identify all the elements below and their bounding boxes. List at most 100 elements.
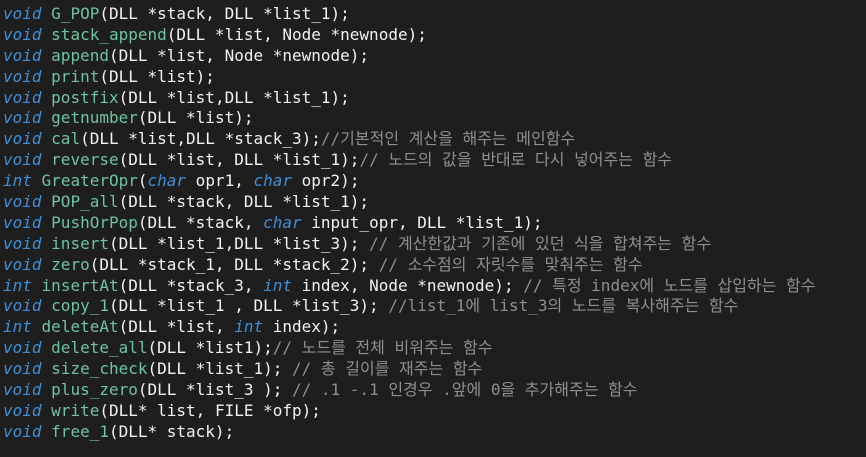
code-text-token: (DLL* list, FILE *ofp); [99,400,321,420]
function-name-token: zero [51,254,90,274]
code-text-token: index); [263,317,341,337]
code-line[interactable]: void write(DLL* list, FILE *ofp); [3,401,866,422]
code-line[interactable]: int insertAt(DLL *stack_3, int index, No… [3,276,866,297]
keyword-token: void [3,192,42,212]
code-text-token: (DLL *list_1,DLL *list_3); [108,233,370,253]
code-line[interactable]: void cal(DLL *list,DLL *stack_3);//기본적인 … [3,129,866,150]
code-text-token: (DLL *list_1 , DLL *list_3); [108,296,389,316]
function-name-token: insert [51,233,109,253]
comment-token: // 노드의 값을 반대로 다시 넣어주는 함수 [359,150,673,170]
comment-token: // 총 길이를 재주는 함수 [292,359,483,379]
function-name-token: postfix [51,87,119,107]
keyword-token: void [3,66,42,86]
code-line[interactable]: void size_check(DLL *list_1); // 총 길이를 재… [3,359,866,380]
code-line[interactable]: void reverse(DLL *list, DLL *list_1);// … [3,150,866,171]
keyword-token: void [3,380,42,400]
function-name-token: getnumber [51,108,138,128]
code-text-token: (DLL *stack_1, DLL *stack_2); [89,254,379,274]
code-line[interactable]: void delete_all(DLL *list1);// 노드를 전체 비워… [3,338,866,359]
code-line[interactable]: void print(DLL *list); [3,67,866,88]
code-text-token: (DLL *list); [137,108,254,128]
code-text-token: opr1, [186,171,254,191]
function-name-token: PushOrPop [51,212,138,232]
keyword-token: void [3,45,42,65]
function-name-token: append [51,45,109,65]
function-name-token: GreaterOpr [41,171,138,191]
code-text-token: (DLL *list,DLL *list_1); [118,87,350,107]
code-text-token: ( [137,171,148,191]
code-text-token: (DLL *list, [118,317,235,337]
function-name-token: write [51,400,100,420]
code-line[interactable]: void getnumber(DLL *list); [3,108,866,129]
code-text-token: (DLL *stack, [137,212,264,232]
keyword-token: int [234,317,264,337]
comment-token: // 계산한값과 기존에 있던 식을 합쳐주는 함수 [369,233,712,253]
comment-token: // 노드를 전체 비워주는 함수 [272,338,493,358]
code-text-token: (DLL *list1); [147,338,273,358]
code-text-token: (DLL *list_1); [147,359,292,379]
function-name-token: size_check [51,359,148,379]
code-line[interactable]: void POP_all(DLL *stack, DLL *list_1); [3,192,866,213]
keyword-token: int [263,275,293,295]
code-line[interactable]: void free_1(DLL* stack); [3,422,866,443]
code-text-token: (DLL *list, DLL *list_1); [118,150,360,170]
keyword-token: void [3,24,42,44]
code-line[interactable]: int GreaterOpr(char opr1, char opr2); [3,171,866,192]
code-line[interactable]: void postfix(DLL *list,DLL *list_1); [3,88,866,109]
code-text-token: (DLL *stack_3, [118,275,264,295]
code-text-token: opr2); [292,171,360,191]
function-name-token: POP_all [51,192,119,212]
function-name-token: deleteAt [41,317,119,337]
function-name-token: reverse [51,150,119,170]
code-text-token: (DLL *list,DLL *stack_3); [80,129,321,149]
keyword-token: void [3,150,42,170]
function-name-token: delete_all [51,338,148,358]
code-line[interactable]: void G_POP(DLL *stack, DLL *list_1); [3,4,866,25]
code-line[interactable]: int deleteAt(DLL *list, int index); [3,317,866,338]
code-line[interactable]: void copy_1(DLL *list_1 , DLL *list_3); … [3,296,866,317]
comment-token: // .1 -.1 인경우 .앞에 0을 추가해주는 함수 [292,380,638,400]
code-line[interactable]: void stack_append(DLL *list, Node *newno… [3,25,866,46]
code-line[interactable]: void append(DLL *list, Node *newnode); [3,46,866,67]
keyword-token: void [3,129,42,149]
code-line[interactable]: void insert(DLL *list_1,DLL *list_3); //… [3,234,866,255]
code-text-token: (DLL *list); [99,66,215,86]
code-line[interactable]: void plus_zero(DLL *list_3 ); // .1 -.1 … [3,380,866,401]
keyword-token: int [3,317,32,337]
code-text-token: (DLL *list_3 ); [137,380,292,400]
code-text-token: (DLL* stack); [108,421,235,441]
keyword-token: void [3,254,42,274]
keyword-token: void [3,421,42,441]
function-name-token: copy_1 [51,296,109,316]
code-text-token: index, Node *newnode); [292,275,524,295]
keyword-token: void [3,296,42,316]
keyword-token: void [3,338,42,358]
comment-token: //list_1에 list_3의 노드를 복사해주는 함수 [388,296,739,316]
code-line[interactable]: void PushOrPop(DLL *stack, char input_op… [3,213,866,234]
keyword-token: void [3,359,42,379]
keyword-token: char [263,212,302,232]
code-line[interactable]: void zero(DLL *stack_1, DLL *stack_2); /… [3,255,866,276]
keyword-token: char [253,171,293,191]
function-name-token: free_1 [51,421,109,441]
code-editor[interactable]: void G_POP(DLL *stack, DLL *list_1); void… [0,0,866,457]
code-text-token: input_opr, DLL *list_1); [301,212,543,232]
keyword-token: void [3,400,42,420]
function-name-token: plus_zero [51,380,138,400]
